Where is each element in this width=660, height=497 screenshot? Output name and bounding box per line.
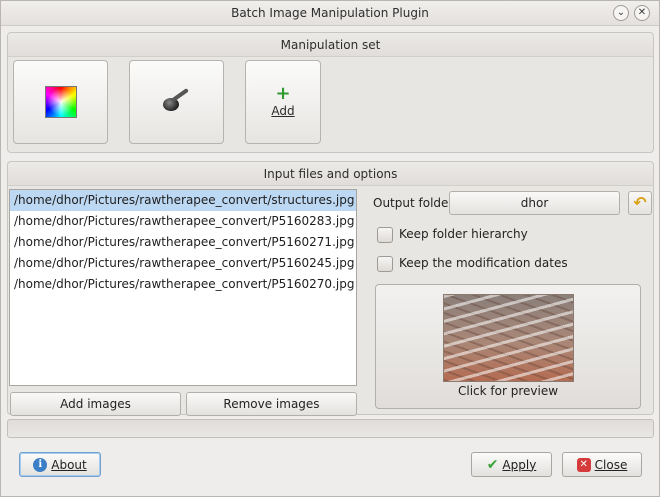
preview-label: Click for preview bbox=[457, 384, 559, 398]
keep-dates-label: Keep the modification dates bbox=[399, 256, 568, 270]
remove-images-button[interactable]: Remove images bbox=[186, 392, 357, 416]
add-label: Add bbox=[271, 104, 295, 118]
apply-button[interactable]: ✔ Apply bbox=[471, 452, 552, 477]
chevron-down-icon[interactable]: ⌄ bbox=[613, 5, 629, 21]
keep-dates-checkbox[interactable] bbox=[377, 256, 393, 272]
input-files-header: Input files and options bbox=[8, 162, 653, 186]
output-folder-button[interactable]: dhor bbox=[449, 191, 620, 215]
file-list-item[interactable]: /home/dhor/Pictures/rawtherapee_convert/… bbox=[10, 232, 356, 253]
file-list-item[interactable]: /home/dhor/Pictures/rawtherapee_convert/… bbox=[10, 190, 356, 211]
title-bar[interactable]: Batch Image Manipulation Plugin ⌄ ✕ bbox=[1, 1, 659, 26]
color-manipulation-button[interactable] bbox=[13, 60, 108, 144]
undo-icon[interactable]: ↶ bbox=[628, 191, 652, 215]
window-title: Batch Image Manipulation Plugin bbox=[231, 6, 429, 20]
preview-thumbnail bbox=[443, 294, 574, 382]
file-list-item[interactable]: /home/dhor/Pictures/rawtherapee_convert/… bbox=[10, 274, 356, 295]
file-list-item[interactable]: /home/dhor/Pictures/rawtherapee_convert/… bbox=[10, 211, 356, 232]
plus-icon: + bbox=[275, 83, 291, 104]
about-button[interactable]: i About bbox=[19, 452, 101, 477]
add-images-button[interactable]: Add images bbox=[10, 392, 181, 416]
brush-icon bbox=[159, 84, 195, 120]
file-list-item[interactable]: /home/dhor/Pictures/rawtherapee_convert/… bbox=[10, 253, 356, 274]
apply-label: Apply bbox=[502, 457, 537, 472]
keep-hierarchy-label: Keep folder hierarchy bbox=[399, 227, 528, 241]
progress-bar bbox=[7, 419, 654, 438]
close-icon: ✕ bbox=[576, 457, 591, 472]
close-window-icon[interactable]: ✕ bbox=[634, 5, 650, 21]
check-icon: ✔ bbox=[486, 456, 499, 473]
info-icon: i bbox=[33, 457, 48, 472]
keep-hierarchy-checkbox[interactable] bbox=[377, 227, 393, 243]
close-button[interactable]: ✕ Close bbox=[562, 452, 642, 477]
color-palette-icon bbox=[44, 86, 77, 118]
preview-button[interactable]: Click for preview bbox=[375, 284, 641, 409]
bimp-dialog: Batch Image Manipulation Plugin ⌄ ✕ Mani… bbox=[0, 0, 660, 497]
brush-manipulation-button[interactable] bbox=[129, 60, 224, 144]
about-label: About bbox=[51, 457, 87, 472]
close-label: Close bbox=[594, 457, 628, 472]
manipulation-set-header: Manipulation set bbox=[8, 33, 653, 57]
output-folder-label: Output folder bbox=[373, 196, 454, 210]
add-manipulation-button[interactable]: + Add bbox=[245, 60, 321, 144]
file-list[interactable]: /home/dhor/Pictures/rawtherapee_convert/… bbox=[9, 189, 357, 386]
